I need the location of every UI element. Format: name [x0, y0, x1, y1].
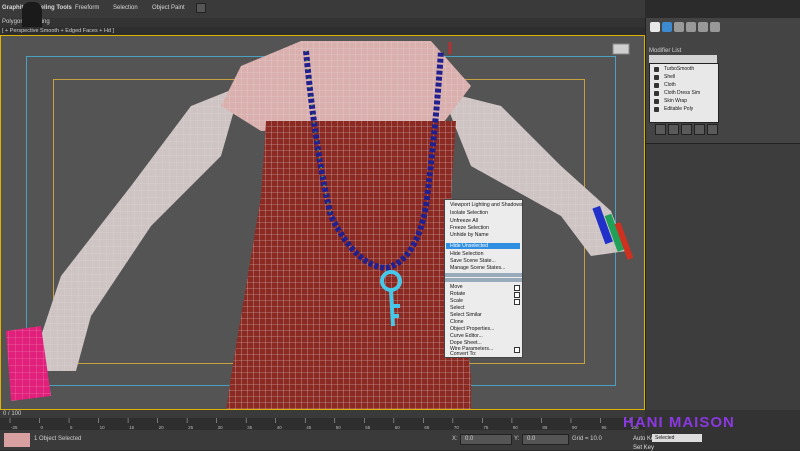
quad-divider-bar: [445, 273, 522, 277]
tab-object-paint[interactable]: Object Paint: [152, 5, 185, 11]
stack-item-turbosmooth[interactable]: TurboSmooth: [664, 66, 694, 72]
menu-item-rotate[interactable]: Rotate: [450, 291, 465, 297]
modifier-toggle-icon[interactable]: [654, 107, 659, 112]
menu-item-viewport-lighting[interactable]: Viewport Lighting and Shadows: [450, 202, 523, 208]
stack-tools: [649, 124, 718, 135]
tab-freeform[interactable]: Freeform: [75, 5, 99, 11]
create-tab-icon[interactable]: [650, 22, 660, 32]
modifier-toggle-icon[interactable]: [654, 91, 659, 96]
command-panel: Modifier List TurboSmooth Shell Cloth Cl…: [645, 18, 800, 411]
ribbon: Graphite Modeling Tools Freeform Selecti…: [0, 0, 645, 19]
rotate-settings-icon[interactable]: [514, 292, 520, 298]
set-key-button[interactable]: Set Key: [633, 445, 654, 451]
modifier-list-dropdown[interactable]: [649, 55, 717, 63]
menu-item-clone[interactable]: Clone: [450, 319, 464, 325]
y-label: Y:: [514, 436, 520, 442]
menu-item-hide-unselected[interactable]: Hide Unselected: [446, 243, 520, 249]
y-coordinate-field[interactable]: 0.0: [522, 434, 569, 445]
modifier-toggle-icon[interactable]: [654, 83, 659, 88]
menu-item-object-properties[interactable]: Object Properties...: [450, 326, 494, 332]
menu-item-isolate-selection[interactable]: Isolate Selection: [450, 210, 488, 216]
menu-item-unhide-by-name[interactable]: Unhide by Name: [450, 232, 489, 238]
maxscript-listener-icon[interactable]: [4, 433, 30, 447]
parameters-panel: [646, 143, 800, 411]
menu-item-scale[interactable]: Scale: [450, 298, 463, 304]
track-ruler: -25 0 5 10 15 20 25 30 35 40 45 50 55 60 65 70 75 80 85 90 9…: [9, 418, 639, 430]
viewport-label[interactable]: [ + Perspective Smooth + Edged Faces + H…: [2, 28, 114, 34]
quad-divider-bar: [445, 278, 522, 282]
quad-menu: Viewport Lighting and Shadows Isolate Se…: [444, 199, 523, 358]
key-filter-dropdown[interactable]: Selected: [652, 434, 702, 442]
key-filter-value: Selected: [655, 435, 675, 441]
perspective-viewport[interactable]: [0, 35, 645, 410]
selection-status: 1 Object Selected: [34, 436, 82, 442]
modify-tab-icon[interactable]: [662, 22, 672, 32]
menu-item-manage-scene-states[interactable]: Manage Scene States...: [450, 265, 505, 271]
frame-counter: 0 / 100: [3, 411, 22, 417]
scale-settings-icon[interactable]: [514, 299, 520, 305]
pin-stack-icon[interactable]: [655, 124, 666, 135]
menu-item-save-scene-state[interactable]: Save Scene State...: [450, 258, 496, 264]
tab-selection[interactable]: Selection: [113, 5, 138, 11]
menu-item-hide-selection[interactable]: Hide Selection: [450, 251, 483, 257]
watermark: HANI MAISON: [623, 414, 735, 431]
time-slider[interactable]: 0 / 100: [0, 410, 645, 418]
modifier-toggle-icon[interactable]: [654, 99, 659, 104]
motion-tab-icon[interactable]: [686, 22, 696, 32]
show-end-result-icon[interactable]: [668, 124, 679, 135]
viewport-label-bar: [ + Perspective Smooth + Edged Faces + H…: [0, 27, 645, 35]
menu-item-move[interactable]: Move: [450, 284, 463, 290]
utilities-tab-icon[interactable]: [710, 22, 720, 32]
wire-parameters-settings-icon[interactable]: [514, 347, 520, 353]
menu-item-select-similar[interactable]: Select Similar: [450, 312, 482, 318]
track-bar[interactable]: -25 0 5 10 15 20 25 30 35 40 45 50 55 60 65 70 75 80 85 90 9…: [0, 418, 645, 430]
x-value: 0.0: [465, 436, 474, 442]
configure-modifier-sets-icon[interactable]: [707, 124, 718, 135]
x-label: X:: [452, 436, 458, 442]
modifier-toggle-icon[interactable]: [654, 67, 659, 72]
move-settings-icon[interactable]: [514, 285, 520, 291]
grid-size: Grid = 10.0: [572, 436, 602, 442]
ribbon-panel: Polygon Modeling: [0, 18, 645, 27]
menu-item-curve-editor[interactable]: Curve Editor...: [450, 333, 483, 339]
hierarchy-tab-icon[interactable]: [674, 22, 684, 32]
gizmo-axis-marker: [449, 42, 451, 54]
stack-item-cloth[interactable]: Cloth: [664, 82, 676, 88]
modifier-toggle-icon[interactable]: [654, 75, 659, 80]
stack-item-cloth-dress-sim[interactable]: Cloth Dress Sim: [664, 90, 700, 96]
stack-item-editable-poly[interactable]: Editable Poly: [664, 106, 693, 112]
y-value: 0.0: [527, 436, 536, 442]
display-tab-icon[interactable]: [698, 22, 708, 32]
ribbon-options-icon[interactable]: [196, 3, 206, 13]
make-unique-icon[interactable]: [681, 124, 692, 135]
modifier-list-label: Modifier List: [649, 48, 682, 54]
character-mesh[interactable]: [1, 36, 645, 410]
remove-modifier-icon[interactable]: [694, 124, 705, 135]
menu-item-convert-to[interactable]: Convert To:: [450, 351, 476, 357]
stack-item-shell[interactable]: Shell: [664, 74, 675, 80]
menu-item-unfreeze-all[interactable]: Unfreeze All: [450, 218, 478, 224]
menu-item-select[interactable]: Select: [450, 305, 464, 311]
x-coordinate-field[interactable]: 0.0: [460, 434, 512, 445]
stack-item-skin-wrap[interactable]: Skin Wrap: [664, 98, 687, 104]
menu-item-freeze-selection[interactable]: Freeze Selection: [450, 225, 489, 231]
modifier-stack: TurboSmooth Shell Cloth Cloth Dress Sim …: [649, 63, 719, 123]
